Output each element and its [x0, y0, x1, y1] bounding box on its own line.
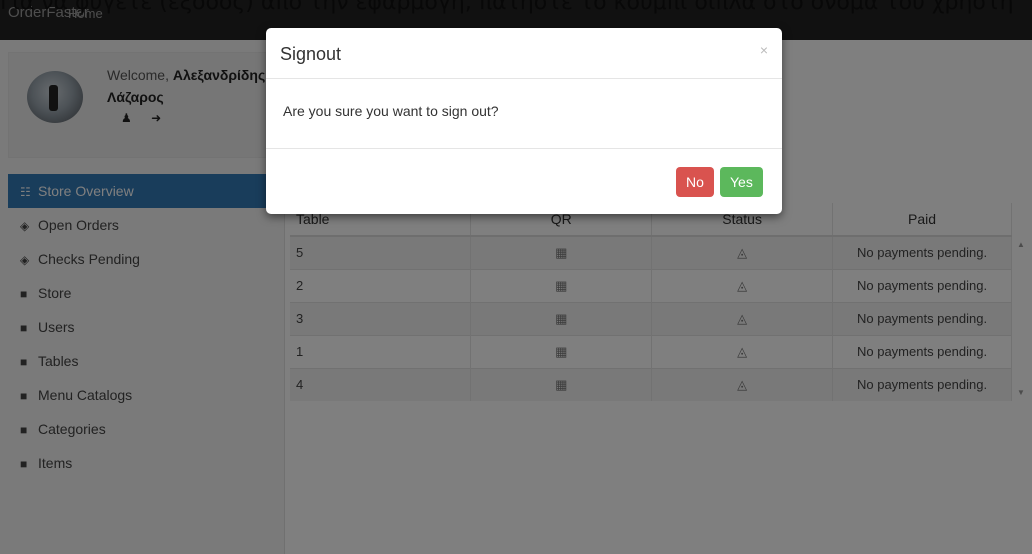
close-icon[interactable]: ×: [760, 42, 768, 58]
yes-button[interactable]: Yes: [720, 167, 763, 197]
no-button[interactable]: No: [676, 167, 714, 197]
modal-body: Are you sure you want to sign out?: [266, 79, 782, 149]
signout-modal: Signout × Are you sure you want to sign …: [266, 28, 782, 214]
modal-message: Are you sure you want to sign out?: [283, 103, 499, 119]
modal-header: Signout ×: [266, 28, 782, 79]
modal-footer: No Yes: [266, 149, 782, 213]
modal-title: Signout: [280, 44, 342, 64]
